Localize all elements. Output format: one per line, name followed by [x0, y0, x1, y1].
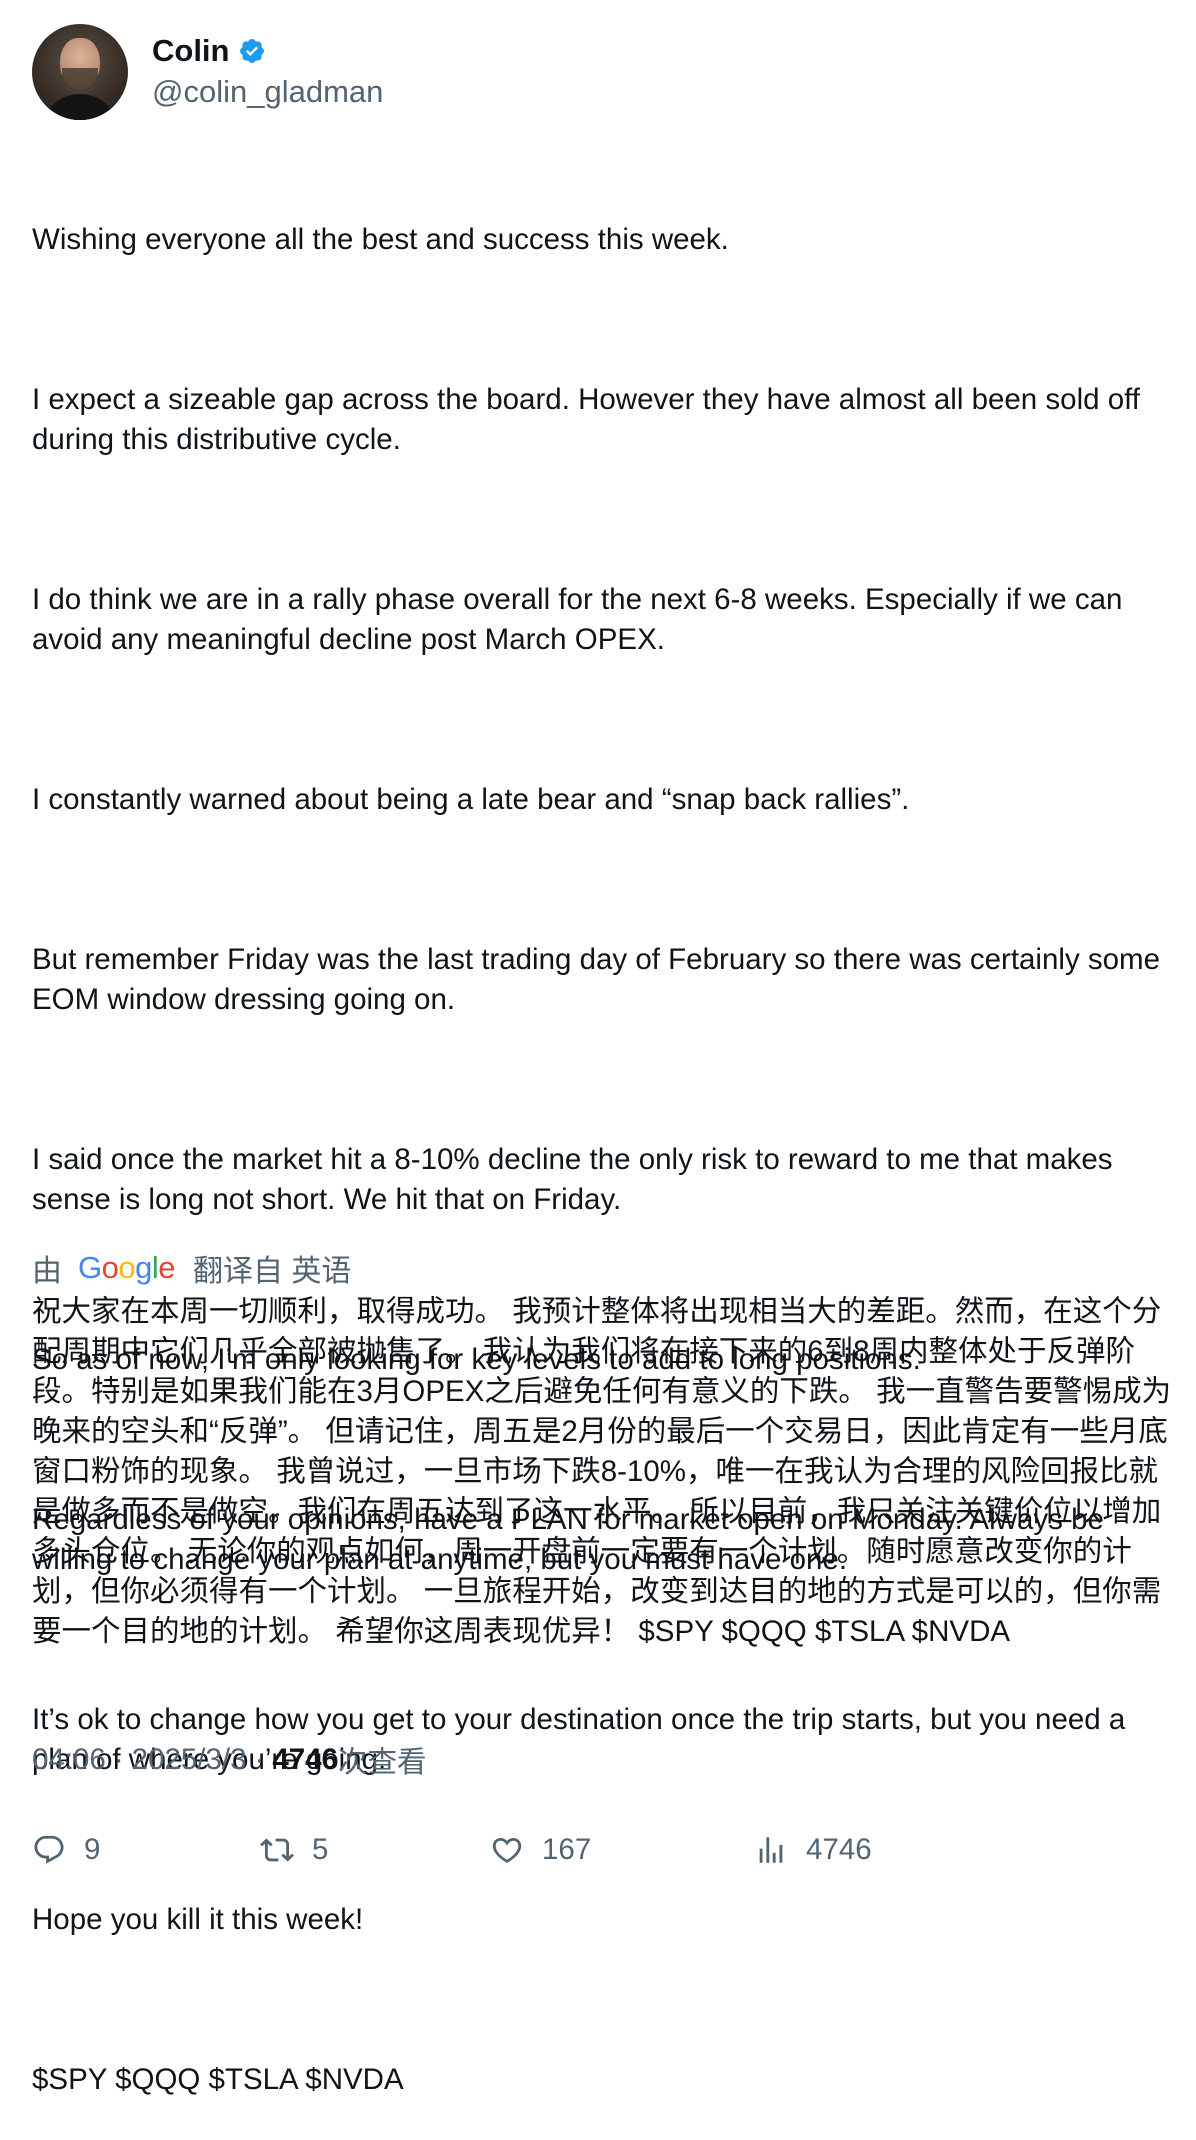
meta-separator: ·	[254, 1743, 265, 1776]
translated-by-label: 由	[32, 1255, 62, 1288]
like-count: 167	[542, 1833, 592, 1866]
author-display-name[interactable]: Colin	[152, 32, 230, 70]
tweet-header: Colin @colin_gladman	[32, 24, 383, 120]
translated-from-label[interactable]: 翻译自 英语	[193, 1246, 351, 1290]
tweet-cashtags[interactable]: $SPY $QQQ $TSLA $NVDA	[32, 2060, 1172, 2100]
author-names: Colin @colin_gladman	[152, 32, 383, 112]
tweet-date[interactable]: 2025/3/3	[132, 1743, 247, 1777]
tweet-paragraph: I do think we are in a rally phase overa…	[32, 583, 1131, 656]
tweet-paragraph: I expect a sizeable gap across the board…	[32, 383, 1149, 456]
reply-icon	[34, 1835, 64, 1864]
repost-count: 5	[312, 1833, 329, 1866]
like-button[interactable]: 167	[490, 1830, 591, 1870]
views-action-count: 4746	[806, 1833, 872, 1866]
author-handle[interactable]: @colin_gladman	[152, 72, 383, 112]
translation-attribution: 由 Google 翻译自 英语	[32, 1248, 351, 1288]
tweet-paragraph: Wishing everyone all the best and succes…	[32, 223, 729, 256]
meta-separator: ·	[113, 1743, 124, 1776]
verified-badge-icon	[239, 39, 264, 63]
tweet-paragraph: I constantly warned about being a late b…	[32, 783, 910, 816]
repost-icon	[260, 1838, 294, 1862]
repost-button[interactable]: 5	[260, 1830, 328, 1870]
reply-count: 9	[84, 1833, 101, 1866]
like-icon	[492, 1837, 522, 1863]
action-bar: 9 5 167 4746	[32, 1830, 1172, 1870]
google-logo: Google	[78, 1250, 176, 1285]
views-label: 次查看	[337, 1746, 427, 1779]
avatar[interactable]	[32, 24, 128, 120]
reply-button[interactable]: 9	[32, 1830, 100, 1870]
views-count: 4746	[272, 1743, 338, 1776]
tweet-paragraph: But remember Friday was the last trading…	[32, 943, 1169, 1016]
tweet-time[interactable]: 04:06	[32, 1743, 106, 1777]
tweet-paragraph: Hope you kill it this week!	[32, 1903, 364, 1936]
views-button[interactable]: 4746	[754, 1830, 872, 1870]
tweet-paragraph: I said once the market hit a 8-10% decli…	[32, 1143, 1121, 1216]
translated-text: 祝大家在本周一切顺利，取得成功。 我预计整体将出现相当大的差距。然而，在这个分配…	[32, 1295, 1172, 1648]
tweet-meta: 04:06 · 2025/3/3 · 4746 次查看	[32, 1740, 426, 1780]
views-icon	[759, 1837, 783, 1863]
